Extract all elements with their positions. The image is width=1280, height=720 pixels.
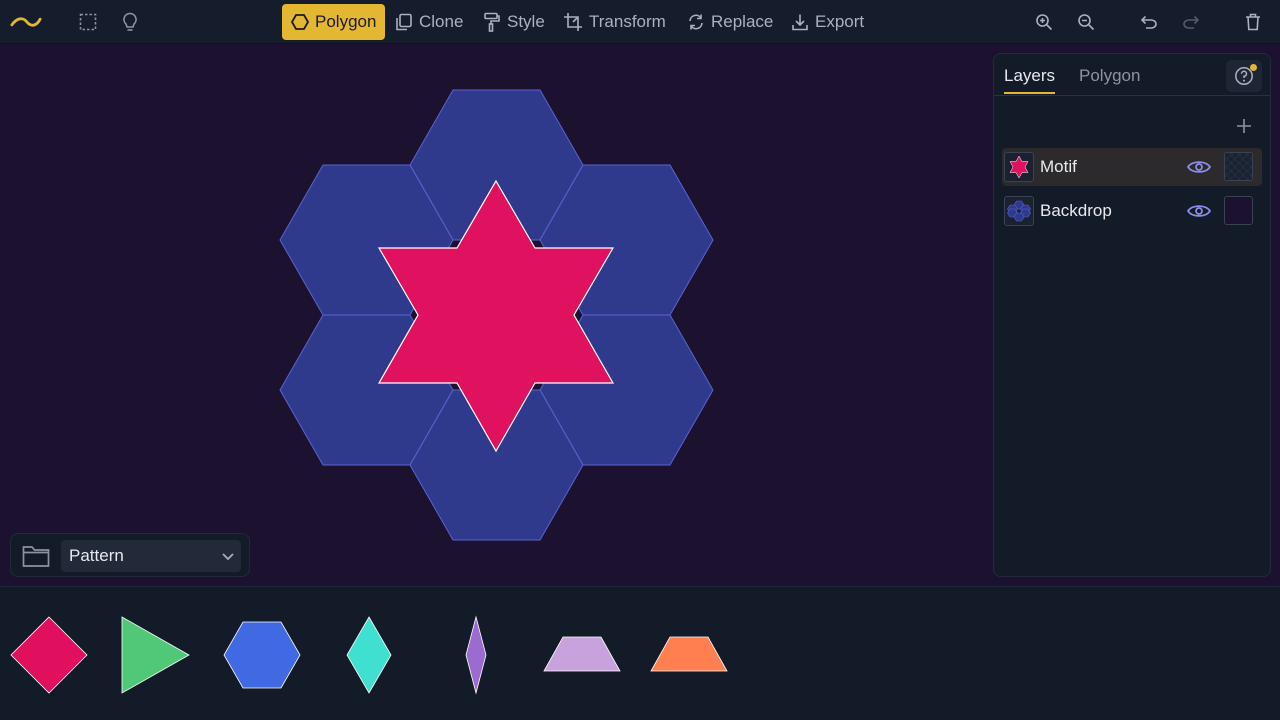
trash-icon[interactable] xyxy=(1237,6,1269,38)
layer-color-swatch[interactable] xyxy=(1224,196,1253,225)
zoom-in-icon[interactable] xyxy=(1028,6,1060,38)
tool-clone-label: Clone xyxy=(419,12,464,31)
paint-roller-icon xyxy=(484,12,500,32)
tool-export-label: Export xyxy=(815,12,865,31)
plus-icon xyxy=(1237,119,1251,133)
layer-row-backdrop[interactable]: Backdrop xyxy=(1002,192,1262,230)
redo-icon[interactable] xyxy=(1175,6,1207,38)
tool-transform-button[interactable]: Transform xyxy=(554,4,675,40)
transform-icon xyxy=(564,13,582,31)
pattern-select-value: Pattern xyxy=(69,546,124,565)
tool-export-button[interactable]: Export xyxy=(782,4,873,40)
eye-icon xyxy=(1187,161,1211,173)
select-marquee-icon[interactable] xyxy=(72,6,104,38)
layer-color-swatch[interactable] xyxy=(1224,152,1253,181)
tool-style-button[interactable]: Style xyxy=(474,4,554,40)
tool-clone-button[interactable]: Clone xyxy=(386,4,472,40)
lightbulb-icon[interactable] xyxy=(114,6,146,38)
palette-shape-square[interactable] xyxy=(10,616,88,694)
palette-shape-triangle[interactable] xyxy=(121,616,190,694)
tool-transform-label: Transform xyxy=(589,12,666,31)
hexagon-outline-icon xyxy=(291,14,309,30)
tool-replace-button[interactable]: Replace xyxy=(678,4,782,40)
palette-shape-trapezoid[interactable] xyxy=(543,636,621,672)
top-toolbar: Polygon Clone Style Transform Replace Ex… xyxy=(0,0,1280,44)
tool-polygon-button[interactable]: Polygon xyxy=(282,4,386,40)
clone-icon xyxy=(396,13,412,31)
hexagon-cluster-icon xyxy=(1007,200,1031,222)
palette-shape-thin-rhombus[interactable] xyxy=(465,615,487,695)
help-button[interactable] xyxy=(1226,60,1262,92)
notification-dot xyxy=(1250,64,1257,71)
palette-shape-rhombus[interactable] xyxy=(346,616,392,694)
pattern-select[interactable]: Pattern xyxy=(61,540,241,572)
layers-panel: Layers Polygon Motif Backdrop xyxy=(993,53,1271,577)
download-icon xyxy=(792,14,808,31)
project-selector: Pattern xyxy=(10,533,250,577)
tool-style-label: Style xyxy=(507,12,545,31)
layer-thumbnail xyxy=(1004,152,1034,182)
zoom-out-icon[interactable] xyxy=(1070,6,1102,38)
folder-icon[interactable] xyxy=(21,542,51,570)
add-layer-button[interactable] xyxy=(1232,114,1256,138)
shape-palette xyxy=(0,586,1280,720)
undo-icon[interactable] xyxy=(1133,6,1165,38)
panel-tabs: Layers Polygon xyxy=(994,54,1270,96)
replace-icon xyxy=(689,14,703,30)
palette-shape-hexagon[interactable] xyxy=(223,621,301,689)
logo-icon[interactable] xyxy=(10,6,42,38)
layer-thumbnail xyxy=(1004,196,1034,226)
tool-replace-label: Replace xyxy=(711,12,774,31)
tab-layers[interactable]: Layers xyxy=(1004,66,1056,94)
visibility-toggle[interactable] xyxy=(1186,156,1212,178)
layer-name: Motif xyxy=(1040,157,1077,176)
layer-name: Backdrop xyxy=(1040,201,1112,220)
chevron-down-icon xyxy=(221,548,235,568)
layer-row-motif[interactable]: Motif xyxy=(1002,148,1262,186)
visibility-toggle[interactable] xyxy=(1186,200,1212,222)
tab-polygon[interactable]: Polygon xyxy=(1079,66,1140,92)
palette-shape-trapezoid[interactable] xyxy=(650,636,728,672)
star-icon xyxy=(1009,155,1029,179)
tool-polygon-label: Polygon xyxy=(315,12,377,31)
eye-icon xyxy=(1187,205,1211,217)
